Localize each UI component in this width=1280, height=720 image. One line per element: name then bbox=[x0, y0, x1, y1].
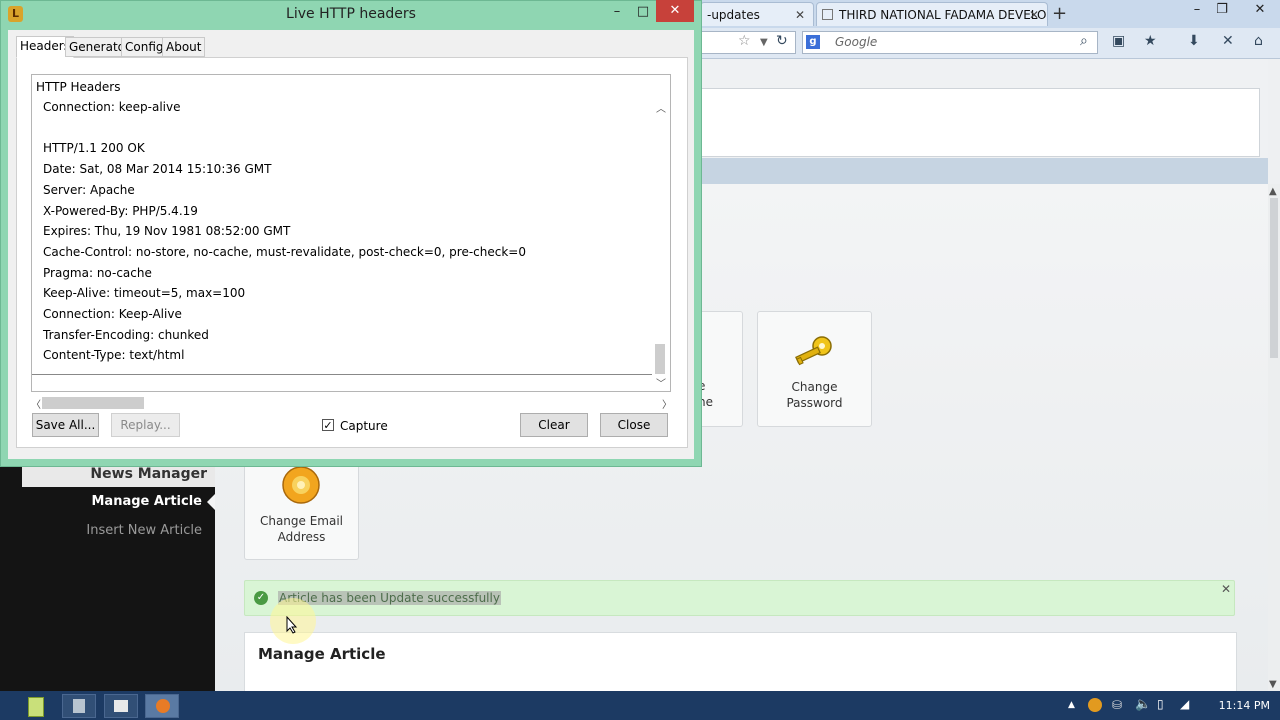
download-icon[interactable]: ⬇ bbox=[1188, 33, 1200, 49]
taskbar-clock[interactable]: 11:14 PM bbox=[1219, 699, 1270, 712]
email-icon bbox=[281, 465, 321, 505]
header-line: Connection: keep-alive bbox=[43, 100, 181, 114]
reload-icon[interactable]: ↻ bbox=[776, 33, 788, 49]
app-icon bbox=[73, 699, 85, 713]
close-button[interactable]: Close bbox=[600, 413, 668, 437]
header-panel bbox=[700, 88, 1260, 157]
search-icon[interactable]: ⌕ bbox=[1080, 33, 1088, 49]
header-line: Server: Apache bbox=[43, 183, 135, 197]
close-tab-icon[interactable]: ✕ bbox=[1029, 3, 1039, 26]
header-line: Keep-Alive: timeout=5, max=100 bbox=[43, 286, 246, 300]
scroll-down-icon[interactable]: ▼ bbox=[1269, 679, 1277, 690]
divider bbox=[32, 374, 652, 375]
group-label: HTTP Headers bbox=[36, 80, 121, 94]
tray-network-share-icon[interactable]: ⛁ bbox=[1112, 698, 1122, 712]
header-line: Transfer-Encoding: chunked bbox=[43, 328, 209, 342]
chevron-down-icon[interactable]: ﹀ bbox=[656, 375, 666, 390]
new-tab-button[interactable]: + bbox=[1052, 3, 1067, 24]
close-alert-icon[interactable]: ✕ bbox=[1221, 582, 1231, 596]
dialog-maximize-icon[interactable]: □ bbox=[628, 2, 658, 24]
window-title: Live HTTP headers bbox=[286, 6, 416, 22]
header-line: Pragma: no-cache bbox=[43, 266, 152, 280]
close-window-icon[interactable]: ✕ bbox=[1240, 0, 1280, 22]
search-input[interactable]: Google bbox=[802, 31, 1098, 54]
taskbar-app-explorer[interactable] bbox=[104, 694, 138, 718]
panel-title: Manage Article bbox=[258, 645, 386, 663]
addon-icon[interactable]: ▣ bbox=[1112, 33, 1125, 49]
tray-app-icon[interactable] bbox=[1088, 698, 1102, 712]
restore-icon[interactable]: ❐ bbox=[1207, 0, 1237, 22]
bookmarks-menu-icon[interactable]: ★ bbox=[1144, 33, 1157, 49]
mouse-cursor-icon bbox=[286, 615, 298, 637]
tile-label: Password bbox=[786, 396, 843, 410]
battery-icon[interactable]: ▯ bbox=[1157, 697, 1164, 711]
header-line: Cache-Control: no-store, no-cache, must-… bbox=[43, 245, 526, 259]
home-icon[interactable]: ⌂ bbox=[1254, 33, 1263, 49]
horizontal-scrollbar-thumb[interactable] bbox=[42, 397, 144, 409]
dialog-close-icon[interactable]: ✕ bbox=[656, 0, 694, 22]
nav-strip bbox=[700, 158, 1268, 184]
tile-partial[interactable]: e ne bbox=[698, 311, 743, 427]
capture-label: Capture bbox=[340, 419, 388, 433]
scroll-up-icon[interactable]: ▲ bbox=[1269, 186, 1277, 197]
active-pointer bbox=[207, 494, 215, 510]
header-line: Expires: Thu, 19 Nov 1981 08:52:00 GMT bbox=[43, 224, 291, 238]
firefox-icon bbox=[156, 699, 170, 713]
sidebar-item-manage-article[interactable]: Manage Article bbox=[12, 494, 202, 509]
check-icon: ✓ bbox=[254, 591, 268, 605]
tab-about[interactable]: About bbox=[162, 37, 206, 57]
tab-config[interactable]: Config bbox=[121, 37, 168, 57]
success-message: Article has been Update successfully bbox=[278, 591, 501, 605]
chevron-left-icon[interactable]: 〈 bbox=[31, 396, 41, 411]
notepad-icon[interactable] bbox=[28, 697, 44, 717]
vertical-scrollbar-thumb[interactable] bbox=[655, 344, 665, 374]
history-dropdown-icon[interactable]: ▼ bbox=[760, 37, 768, 48]
change-password-tile[interactable]: Change Password bbox=[757, 311, 872, 427]
header-line: Date: Sat, 08 Mar 2014 15:10:36 GMT bbox=[43, 162, 272, 176]
taskbar-app-calc[interactable] bbox=[62, 694, 96, 718]
key-icon bbox=[794, 334, 834, 366]
xmarks-icon[interactable]: ✕ bbox=[1222, 33, 1234, 49]
browser-tab-label: THIRD NATIONAL FADAMA DEVELO... bbox=[839, 8, 1048, 22]
header-line: X-Powered-By: PHP/5.4.19 bbox=[43, 204, 198, 218]
save-all-button[interactable]: Save All... bbox=[32, 413, 99, 437]
close-tab-icon[interactable]: ✕ bbox=[795, 3, 805, 26]
sidebar-item-insert-new-article[interactable]: Insert New Article bbox=[12, 523, 202, 538]
replay-button[interactable]: Replay... bbox=[111, 413, 180, 437]
change-email-tile[interactable]: Change Email Address bbox=[244, 455, 359, 560]
header-line: HTTP/1.1 200 OK bbox=[43, 141, 145, 155]
header-line: Connection: Keep-Alive bbox=[43, 307, 182, 321]
bookmark-star-icon[interactable]: ☆ bbox=[738, 33, 751, 49]
clear-button[interactable]: Clear bbox=[520, 413, 588, 437]
taskbar-app-firefox[interactable] bbox=[145, 694, 179, 718]
page-scrollbar-thumb[interactable] bbox=[1270, 198, 1278, 358]
browser-tab[interactable]: -updates ✕ bbox=[700, 2, 814, 26]
page-icon bbox=[822, 9, 833, 20]
tray-arrow-icon[interactable]: ▲ bbox=[1068, 700, 1075, 710]
tile-label: Change bbox=[791, 380, 838, 394]
tile-label: Change Email bbox=[259, 514, 344, 528]
chevron-up-icon[interactable]: ︿ bbox=[656, 100, 666, 115]
folder-icon bbox=[114, 700, 128, 712]
browser-tab-label: -updates bbox=[707, 8, 760, 22]
google-engine-icon[interactable]: g bbox=[806, 35, 820, 49]
chevron-right-icon[interactable]: 〉 bbox=[662, 396, 672, 411]
header-line: Content-Type: text/html bbox=[43, 348, 185, 362]
admin-sidebar bbox=[0, 455, 215, 691]
tile-label: Address bbox=[277, 530, 326, 544]
browser-tab[interactable]: THIRD NATIONAL FADAMA DEVELO... ✕ bbox=[816, 2, 1048, 26]
search-placeholder: Google bbox=[835, 35, 878, 49]
os-watermark: Windows 8 bbox=[1020, 640, 1235, 684]
capture-checkbox[interactable]: ✓ bbox=[322, 419, 334, 431]
volume-icon[interactable]: 🔈 bbox=[1135, 697, 1151, 712]
wifi-icon[interactable]: ◢ bbox=[1180, 697, 1189, 711]
